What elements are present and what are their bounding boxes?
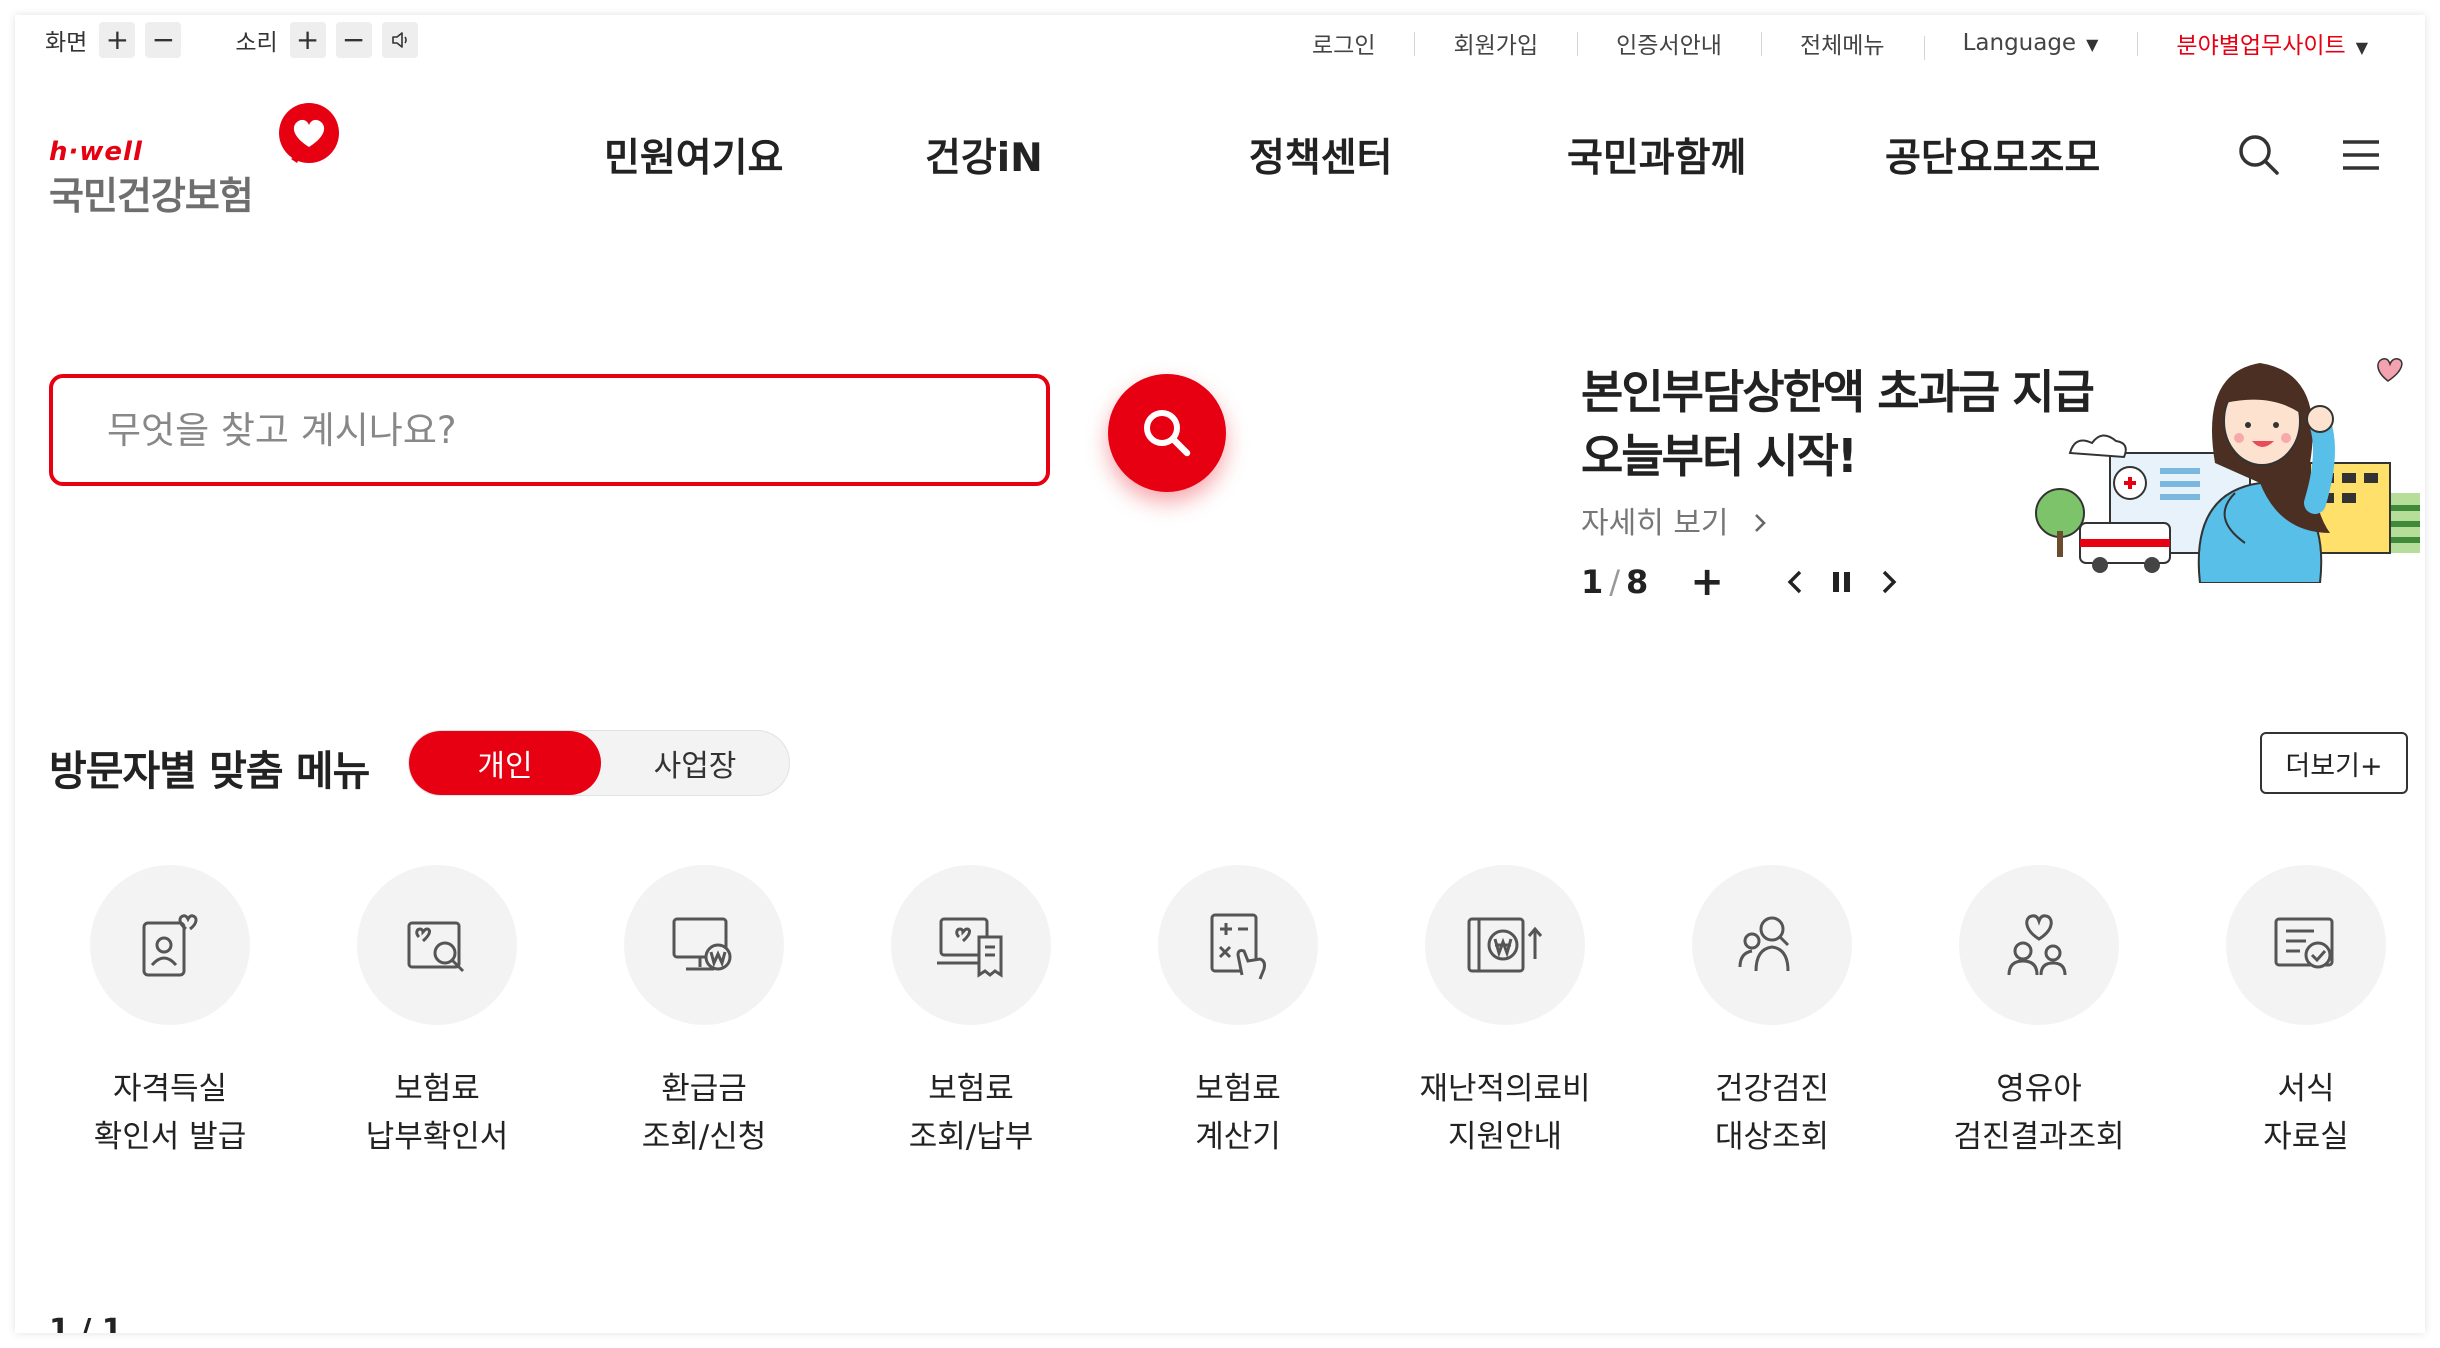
- search-icon[interactable]: [2237, 133, 2281, 177]
- promo-title-line1: 본인부담상한액 초과금 지급: [1581, 365, 2095, 419]
- search-icon: [1144, 410, 1191, 457]
- screen-zoom-out-button[interactable]: −: [145, 22, 182, 58]
- more-button[interactable]: 더보기+: [2260, 732, 2408, 794]
- calculator-hand-icon: [1210, 913, 1266, 980]
- tab-business[interactable]: 사업장: [601, 731, 789, 795]
- promo-title-line2: 오늘부터 시작!: [1581, 429, 1858, 483]
- all-menu-link[interactable]: 전체메뉴: [1760, 26, 1924, 60]
- speaker-icon: [391, 32, 407, 48]
- heart-bubble-icon: [279, 103, 339, 163]
- quick-menu-label: 자격득실 확인서 발급: [93, 1071, 247, 1155]
- quick-menu-pager: 1 / 1: [49, 1313, 123, 1333]
- nav-with-people[interactable]: 국민과함께: [1567, 127, 1746, 183]
- language-label: Language: [1962, 30, 2077, 56]
- promo-illustration: [2035, 358, 2420, 583]
- promo-more-link[interactable]: 자세히 보기: [1581, 498, 1770, 542]
- quick-menu-item[interactable]: 영유아 검진결과조회: [1939, 865, 2139, 1161]
- hamburger-menu-icon[interactable]: [2341, 137, 2381, 173]
- chevron-right-icon[interactable]: [1874, 566, 1902, 598]
- related-sites-label: 분야별업무사이트: [2176, 33, 2346, 59]
- id-card-heart-icon: [142, 914, 198, 977]
- quick-menu-item[interactable]: 건강검진 대상조회: [1672, 865, 1872, 1161]
- search-box: [49, 374, 1050, 486]
- search-input[interactable]: [53, 378, 1046, 482]
- sound-label: 소리: [235, 30, 278, 56]
- quick-menu-label: 영유아 검진결과조회: [1953, 1071, 2125, 1155]
- pause-icon[interactable]: [1828, 566, 1856, 598]
- visitor-type-toggle: 개인 사업장: [408, 730, 790, 796]
- speaker-button[interactable]: [381, 22, 418, 58]
- logo-tagline: h·well: [49, 137, 143, 167]
- laptop-receipt-icon: [937, 917, 1003, 978]
- quick-menu-item[interactable]: 보험료 계산기: [1138, 865, 1338, 1161]
- promo-current: 1: [1581, 563, 1604, 601]
- quick-menu-label: 환급금 조회/신청: [641, 1071, 767, 1155]
- form-check-icon: [2274, 917, 2334, 969]
- people-search-icon: [1738, 916, 1790, 972]
- nav-policy-center[interactable]: 정책센터: [1249, 127, 1393, 183]
- dropdown-arrow-icon: ▼: [2355, 38, 2368, 57]
- dropdown-arrow-icon: ▼: [2086, 35, 2099, 54]
- quick-menu-label: 보험료 계산기: [1195, 1071, 1281, 1155]
- chevron-left-icon[interactable]: [1782, 566, 1810, 598]
- utility-links: 로그인 회원가입 인증서안내 전체메뉴 Language ▼ 분야별업무사이트 ▼: [1273, 23, 2407, 63]
- monitor-won-icon: [672, 917, 732, 971]
- site-logo[interactable]: h·well 국민건강보험: [49, 101, 349, 221]
- parent-child-heart-icon: [2007, 914, 2067, 976]
- login-link[interactable]: 로그인: [1273, 26, 1414, 60]
- screen-size-label: 화면: [45, 30, 88, 56]
- tab-personal[interactable]: 개인: [409, 731, 601, 795]
- signup-link[interactable]: 회원가입: [1414, 26, 1577, 60]
- sound-down-button[interactable]: −: [335, 22, 372, 58]
- promo-total: 8: [1626, 563, 1649, 601]
- language-dropdown[interactable]: Language ▼: [1923, 30, 2138, 60]
- promo-add-button[interactable]: +: [1690, 562, 1724, 602]
- logo-name: 국민건강보험: [49, 174, 254, 218]
- quick-menu-label: 보험료 납부확인서: [365, 1071, 509, 1155]
- promo-controls: 1/8 +: [1581, 562, 1902, 602]
- quick-menu-label: 건강검진 대상조회: [1714, 1071, 1830, 1155]
- nav-health-in[interactable]: 건강iN: [925, 127, 1043, 183]
- document-search-icon: [407, 921, 465, 973]
- nav-about-nhis[interactable]: 공단요모조모: [1885, 127, 2100, 183]
- quick-menu-item[interactable]: 환급금 조회/신청: [604, 865, 804, 1161]
- search-button[interactable]: [1108, 374, 1226, 492]
- page-frame: 화면 + − 소리 + − 로그인 회원가입 인증서안내 전체메뉴 Langua…: [15, 15, 2425, 1333]
- nav-civil-service[interactable]: 민원여기요: [604, 127, 783, 183]
- certificate-guide-link[interactable]: 인증서안내: [1577, 26, 1761, 60]
- quick-menu-label: 서식 자료실: [2263, 1071, 2349, 1155]
- utility-bar: 화면 + − 소리 + − 로그인 회원가입 인증서안내 전체메뉴 Langua…: [15, 15, 2425, 71]
- quick-menu-item[interactable]: 자격득실 확인서 발급: [70, 865, 270, 1161]
- promo-pager: 1/8: [1581, 563, 1649, 601]
- quick-menu-item[interactable]: 보험료 납부확인서: [337, 865, 537, 1161]
- sound-up-button[interactable]: +: [289, 22, 326, 58]
- screen-zoom-in-button[interactable]: +: [99, 22, 136, 58]
- accessibility-controls: 화면 + − 소리 + −: [45, 22, 428, 58]
- promo-more-label: 자세히 보기: [1581, 506, 1729, 541]
- quick-menu-label: 재난적의료비 지원안내: [1419, 1071, 1591, 1155]
- related-sites-dropdown[interactable]: 분야별업무사이트 ▼: [2137, 26, 2407, 60]
- quick-menu-item[interactable]: 서식 자료실: [2206, 865, 2406, 1161]
- visitor-menu-title: 방문자별 맞춤 메뉴: [49, 747, 370, 795]
- promo-title[interactable]: 본인부담상한액 초과금 지급 오늘부터 시작!: [1581, 360, 2095, 488]
- quick-menu-item[interactable]: 보험료 조회/납부: [871, 865, 1071, 1161]
- chevron-right-icon: [1755, 514, 1766, 532]
- wallet-won-up-icon: [1467, 917, 1543, 973]
- quick-menu-item[interactable]: 재난적의료비 지원안내: [1405, 865, 1605, 1161]
- quick-menu-label: 보험료 조회/납부: [908, 1071, 1034, 1155]
